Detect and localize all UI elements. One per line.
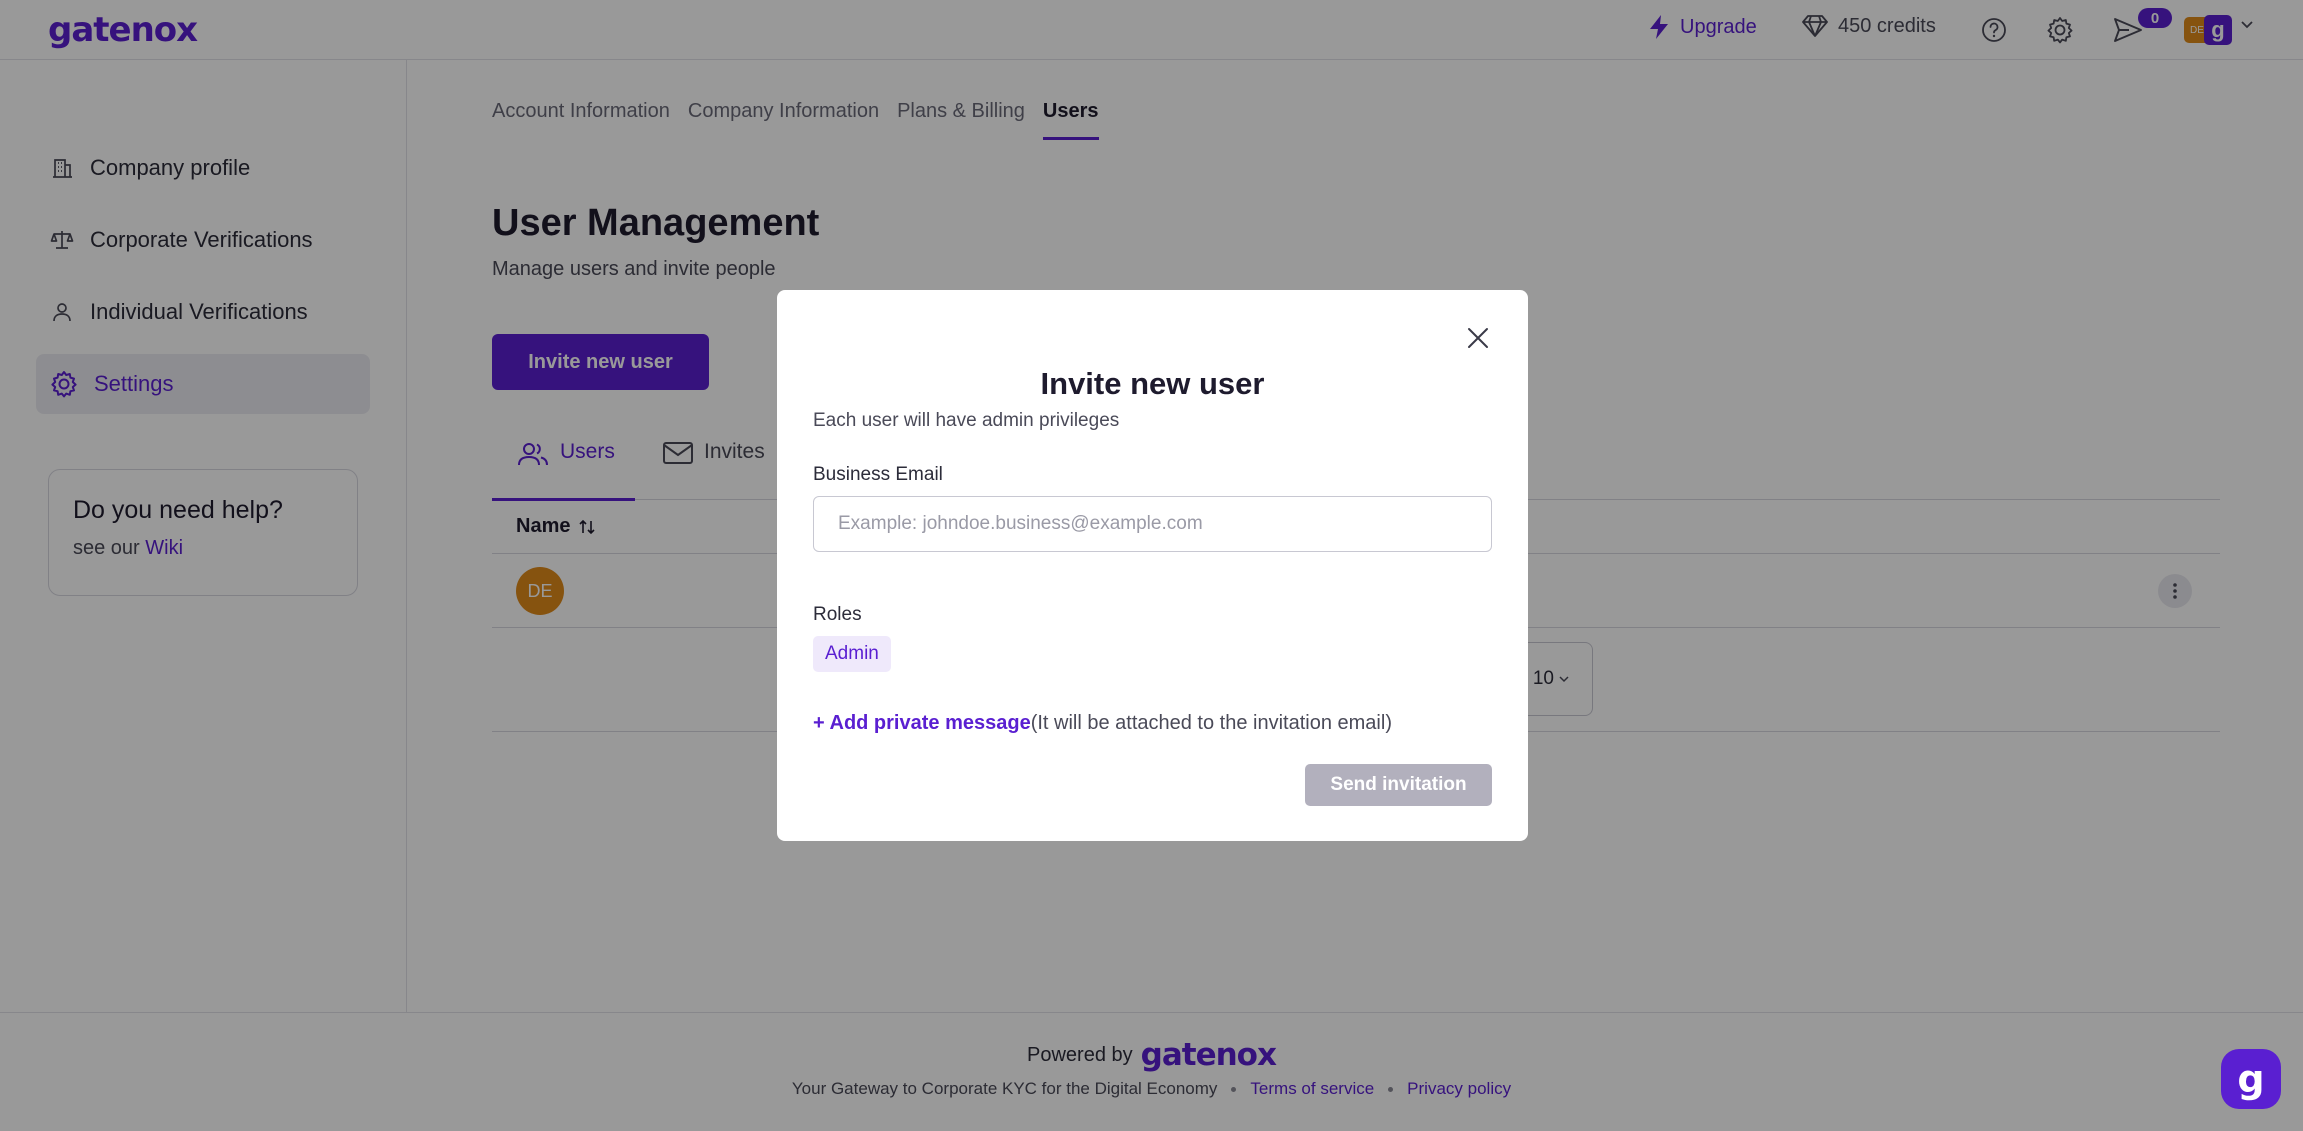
invite-user-dialog: Invite new user Each user will have admi… [777,290,1528,841]
business-email-input[interactable] [813,496,1492,552]
close-button[interactable] [1466,324,1494,352]
send-invitation-button[interactable]: Send invitation [1305,764,1492,806]
dialog-subtitle: Each user will have admin privileges [813,410,1120,431]
business-email-label: Business Email [813,464,943,485]
roles-label: Roles [813,604,862,625]
role-chip-admin[interactable]: Admin [813,636,891,672]
dialog-title: Invite new user [1040,366,1265,401]
private-message-note: (It will be attached to the invitation e… [1030,712,1392,734]
private-message-row: + Add private message(It will be attache… [813,712,1392,735]
chat-launcher-button[interactable]: g [2221,1049,2281,1109]
close-icon [1466,326,1494,350]
add-private-message-link[interactable]: + Add private message [813,712,1031,734]
